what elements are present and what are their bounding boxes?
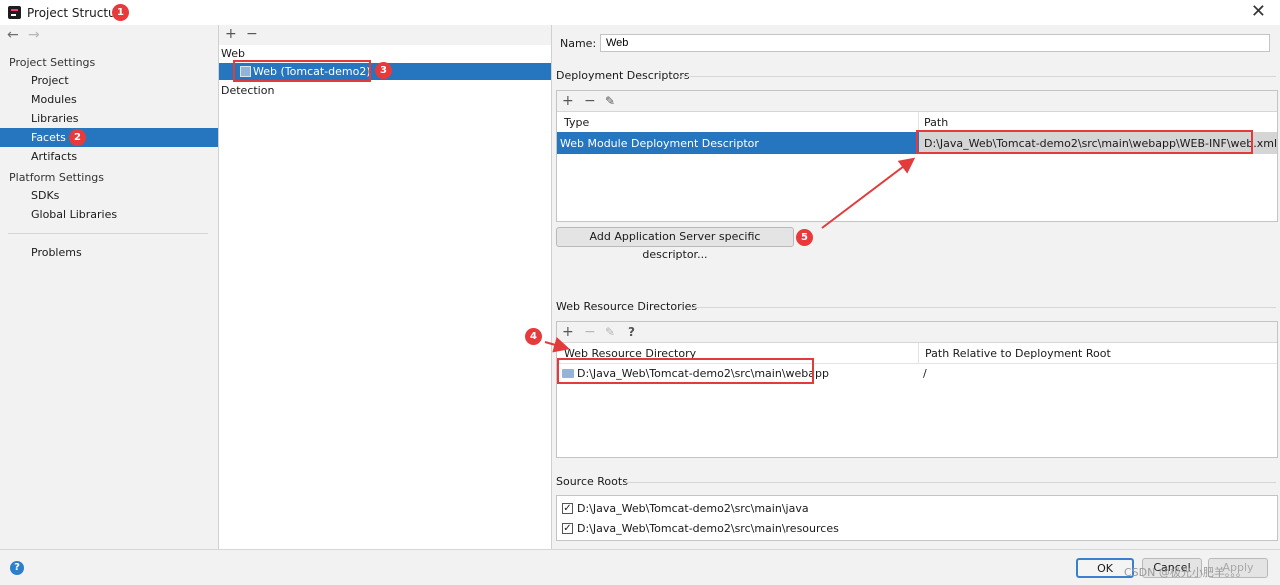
group-separator: [626, 482, 1276, 483]
sidebar-item-modules[interactable]: Modules: [0, 90, 218, 109]
sidebar-item-project[interactable]: Project: [0, 71, 218, 90]
source-root-path: D:\Java_Web\Tomcat-demo2\src\main\java: [577, 502, 809, 515]
edit-pencil-icon[interactable]: ✎: [605, 94, 615, 108]
list-item: ✓ D:\Java_Web\Tomcat-demo2\src\main\java: [557, 500, 1277, 518]
remove-resource-icon[interactable]: −: [584, 325, 596, 339]
column-separator: [918, 343, 919, 363]
annotation-badge-1: 1: [112, 4, 129, 21]
facets-toolbar: + −: [219, 25, 551, 45]
sidebar-item-global-libraries[interactable]: Global Libraries: [0, 205, 218, 224]
annotation-box-web-facet: [233, 60, 371, 82]
add-server-descriptor-button[interactable]: Add Application Server specific descript…: [556, 227, 794, 261]
settings-sidebar: ← → Project Settings Project Modules Lib…: [0, 25, 219, 549]
deployment-toolbar: + − ✎: [557, 91, 1277, 112]
table-row[interactable]: Web Module Deployment Descriptor: [557, 132, 919, 154]
annotation-badge-2: 2: [69, 129, 86, 146]
source-root-checkbox[interactable]: ✓: [562, 523, 573, 534]
close-icon[interactable]: ✕: [1251, 1, 1266, 22]
column-separator: [918, 112, 919, 132]
group-separator: [678, 76, 1276, 77]
facet-name-input[interactable]: [600, 34, 1270, 52]
csdn-watermark: CSDN @极光小肥羊。。。: [1124, 566, 1247, 579]
annotation-box-descriptor-path: [916, 130, 1253, 154]
platform-settings-header: Platform Settings: [9, 171, 105, 184]
source-roots-title: Source Roots: [556, 475, 628, 488]
title-bar: Project Structure 1 ✕: [0, 0, 1280, 26]
column-header-relative-path[interactable]: Path Relative to Deployment Root: [925, 347, 1111, 360]
tree-group-web[interactable]: Web: [221, 47, 245, 60]
web-resource-directories-table: + − ✎ ? Web Resource Directory Path Rela…: [556, 321, 1278, 458]
name-label: Name:: [560, 37, 597, 50]
resources-toolbar: + − ✎ ?: [557, 322, 1277, 343]
sidebar-item-label: Facets: [31, 131, 66, 144]
deployment-descriptors-table: + − ✎ Type Path Web Module Deployment De…: [556, 90, 1278, 222]
deployment-descriptors-title: Deployment Descriptors: [556, 69, 690, 82]
annotation-box-resource-directory: [557, 358, 814, 384]
help-icon[interactable]: ?: [10, 561, 24, 575]
dialog-footer: ? OK Cancel Apply CSDN @极光小肥羊。。。: [0, 549, 1280, 585]
source-roots-list: ✓ D:\Java_Web\Tomcat-demo2\src\main\java…: [556, 495, 1278, 541]
forward-arrow-icon[interactable]: →: [28, 27, 40, 43]
add-facet-icon[interactable]: +: [225, 27, 237, 41]
sidebar-divider: [8, 233, 208, 234]
list-item: ✓ D:\Java_Web\Tomcat-demo2\src\main\reso…: [557, 520, 1277, 538]
descriptor-type-cell: Web Module Deployment Descriptor: [560, 137, 759, 150]
sidebar-item-artifacts[interactable]: Artifacts: [0, 147, 218, 166]
sidebar-item-libraries[interactable]: Libraries: [0, 109, 218, 128]
add-resource-icon[interactable]: +: [562, 325, 574, 339]
source-root-path: D:\Java_Web\Tomcat-demo2\src\main\resour…: [577, 522, 839, 535]
column-header-type[interactable]: Type: [564, 116, 589, 129]
annotation-badge-4: 4: [525, 328, 542, 345]
add-descriptor-icon[interactable]: +: [562, 94, 574, 108]
column-header-path[interactable]: Path: [924, 116, 948, 129]
relative-path-cell: /: [923, 367, 927, 380]
annotation-badge-5: 5: [796, 229, 813, 246]
remove-descriptor-icon[interactable]: −: [584, 94, 596, 108]
remove-facet-icon[interactable]: −: [246, 27, 258, 41]
intellij-logo-icon: [8, 6, 21, 19]
sidebar-item-problems[interactable]: Problems: [0, 243, 218, 262]
back-arrow-icon[interactable]: ←: [7, 27, 19, 43]
web-resource-directories-title: Web Resource Directories: [556, 300, 698, 313]
edit-pencil-icon[interactable]: ✎: [605, 325, 615, 339]
tree-group-detection[interactable]: Detection: [221, 84, 274, 97]
sidebar-item-facets[interactable]: Facets: [0, 128, 218, 147]
sidebar-item-sdks[interactable]: SDKs: [0, 186, 218, 205]
annotation-badge-3: 3: [375, 62, 392, 79]
source-root-checkbox[interactable]: ✓: [562, 503, 573, 514]
help-question-icon[interactable]: ?: [628, 325, 635, 339]
project-settings-header: Project Settings: [9, 56, 96, 69]
facet-details-pane: Name: Deployment Descriptors + − ✎ Type …: [552, 25, 1280, 549]
group-separator: [688, 307, 1276, 308]
facets-tree-pane: + − Web Web (Tomcat-demo2) Detection: [219, 25, 552, 549]
